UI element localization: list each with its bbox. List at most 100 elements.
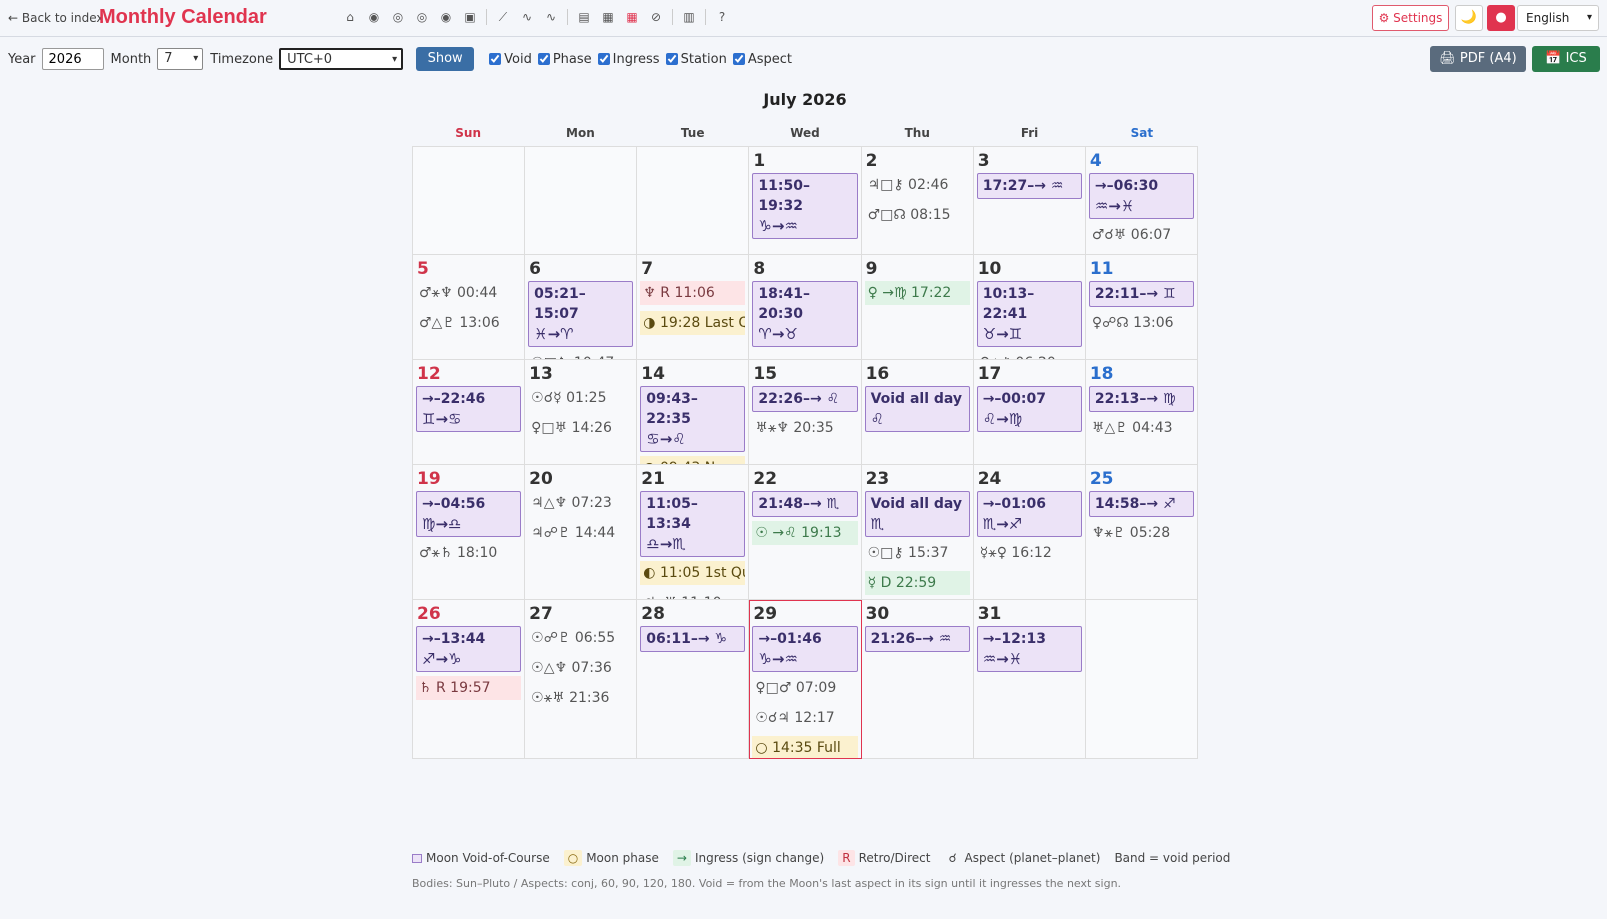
- timezone-select[interactable]: UTC+0 ▾: [279, 48, 404, 70]
- wave-alt-icon[interactable]: ∿: [543, 9, 559, 25]
- filter-station-checkbox[interactable]: [665, 53, 678, 65]
- day-cell[interactable]: 6 05:21–15:07 ♓→♈ ☉□♄ 10:47: [525, 255, 638, 360]
- void-band[interactable]: →–04:56 ♍→♎: [416, 491, 522, 537]
- compass-icon[interactable]: ⊘: [648, 9, 664, 25]
- circle-icon[interactable]: ◉: [366, 9, 382, 25]
- void-band[interactable]: 21:26–→ ♒: [864, 626, 970, 652]
- day-cell[interactable]: 25 14:58–→ ♐ ♆⚹♇ 05:28: [1085, 465, 1198, 600]
- aspect-event[interactable]: ♀☍☊ 13:06: [1089, 311, 1194, 335]
- pdf-export-button[interactable]: 🖨 PDF (A4): [1430, 46, 1526, 72]
- day-cell[interactable]: 28 06:11–→ ♑: [637, 600, 750, 759]
- day-cell[interactable]: 2 ♃□⚷ 02:46 ♂□☊ 08:15: [861, 147, 974, 255]
- filter-ingress-checkbox[interactable]: [597, 53, 610, 65]
- aspect-event[interactable]: ☿⚹♀ 16:12: [977, 541, 1082, 565]
- day-cell[interactable]: 20 ♃△♆ 07:23 ♃☍♇ 14:44: [525, 465, 638, 600]
- day-cell[interactable]: 11 22:11–→ ♊ ♀☍☊ 13:06: [1085, 255, 1198, 360]
- filter-phase-checkbox[interactable]: [537, 53, 550, 65]
- home-icon[interactable]: ⌂: [342, 9, 358, 25]
- station-event[interactable]: ♄ R 19:57: [416, 676, 522, 700]
- aspect-event[interactable]: ♂□☊ 08:15: [865, 203, 970, 227]
- day-cell[interactable]: 13 ☉☌☿ 01:25 ♀□♅ 14:26: [525, 360, 638, 465]
- moon-phase-event[interactable]: ◑ 19:28 Last Quarter: [640, 311, 746, 335]
- filter-void-checkbox[interactable]: [489, 53, 502, 65]
- day-cell[interactable]: 26 →–13:44 ♐→♑ ♄ R 19:57: [413, 600, 526, 759]
- aspect-event[interactable]: ♀□♂ 07:09: [752, 676, 857, 700]
- day-cell[interactable]: 1 11:50–19:32 ♑→♒: [749, 147, 862, 255]
- disc-icon[interactable]: ◉: [438, 9, 454, 25]
- void-band[interactable]: →–06:30 ♒→♓: [1088, 173, 1194, 219]
- year-input[interactable]: [41, 48, 104, 70]
- day-cell[interactable]: 22 21:48–→ ♏ ☉ →♌ 19:13: [749, 465, 862, 600]
- void-band[interactable]: 18:41–20:30 ♈→♉: [752, 281, 858, 347]
- day-cell[interactable]: 16 Void all day ♌: [861, 360, 974, 465]
- day-cell[interactable]: 24 →–01:06 ♏→♐ ☿⚹♀ 16:12: [973, 465, 1086, 600]
- day-cell[interactable]: 31 →–12:13 ♒→♓: [973, 600, 1086, 759]
- void-band[interactable]: →–01:46 ♑→♒: [752, 626, 858, 672]
- show-button[interactable]: Show: [416, 47, 475, 71]
- aspect-event[interactable]: ♃☍♇ 14:44: [528, 521, 633, 545]
- void-band[interactable]: 06:11–→ ♑: [640, 626, 746, 652]
- day-cell[interactable]: 3 17:27–→ ♒: [973, 147, 1086, 255]
- day-cell[interactable]: 19 →–04:56 ♍→♎ ♂⚹♄ 18:10: [413, 465, 526, 600]
- back-to-index-link[interactable]: ← Back to index: [8, 11, 104, 25]
- day-cell[interactable]: 12 →–22:46 ♊→♋: [413, 360, 526, 465]
- day-cell[interactable]: 27 ☉☍♇ 06:55 ☉△♆ 07:36 ☉⚹♅ 21:36: [525, 600, 638, 759]
- aspect-event[interactable]: ♂△♇ 13:06: [416, 311, 521, 335]
- ingress-event[interactable]: ☉ →♌ 19:13: [752, 521, 858, 545]
- aspect-event[interactable]: ♅△♇ 04:43: [1089, 416, 1194, 440]
- aspect-event[interactable]: ♆⚹♇ 05:28: [1089, 521, 1194, 545]
- day-cell[interactable]: 9 ♀ →♍ 17:22: [861, 255, 974, 360]
- aspect-event[interactable]: ♃□⚷ 02:46: [865, 173, 970, 197]
- aspect-event[interactable]: ☉☌♃ 12:17: [752, 706, 857, 730]
- void-band[interactable]: 17:27–→ ♒: [976, 173, 1082, 199]
- filter-ingress[interactable]: Ingress: [597, 52, 660, 67]
- aspect-event[interactable]: ☉⚹♅ 21:36: [528, 686, 633, 710]
- day-cell[interactable]: 18 22:13–→ ♍ ♅△♇ 04:43: [1085, 360, 1198, 465]
- void-band[interactable]: 09:43–22:35 ♋→♌: [640, 386, 746, 452]
- aspect-event[interactable]: ♀△⚷ 06:20: [977, 351, 1082, 359]
- day-cell[interactable]: 17 →–00:07 ♌→♍: [973, 360, 1086, 465]
- void-band[interactable]: →–00:07 ♌→♍: [976, 386, 1082, 432]
- void-band[interactable]: 21:48–→ ♏: [752, 491, 858, 517]
- aspect-event[interactable]: ♂☌♅ 06:07: [1089, 223, 1194, 247]
- aspect-event[interactable]: ☉□♄ 10:47: [528, 351, 633, 359]
- aspect-event[interactable]: ♂⚹♄ 18:10: [416, 541, 521, 565]
- void-band[interactable]: 11:05–13:34 ♎→♏: [640, 491, 746, 557]
- day-cell[interactable]: 4 →–06:30 ♒→♓ ♂☌♅ 06:07: [1085, 147, 1198, 255]
- help-icon[interactable]: ?: [714, 9, 730, 25]
- day-cell[interactable]: 23 Void all day ♏ ☉□⚷ 15:37 ☿ D 22:59: [861, 465, 974, 600]
- moon-phase-event[interactable]: ● 09:43 New: [640, 456, 746, 464]
- station-event[interactable]: ♆ R 11:06: [640, 281, 746, 305]
- filter-aspect[interactable]: Aspect: [732, 52, 792, 67]
- image-icon[interactable]: ▤: [576, 9, 592, 25]
- calendar-red-icon[interactable]: ▦: [624, 9, 640, 25]
- void-band[interactable]: 11:50–19:32 ♑→♒: [752, 173, 858, 239]
- day-cell[interactable]: 15 22:26–→ ♌ ♅⚹♆ 20:35: [749, 360, 862, 465]
- day-cell[interactable]: 29 →–01:46 ♑→♒ ♀□♂ 07:09 ☉☌♃ 12:17 ○ 14:35 Fu…: [749, 600, 862, 759]
- clipboard-icon[interactable]: ▥: [681, 9, 697, 25]
- wave-icon[interactable]: ∿: [519, 9, 535, 25]
- aspect-event[interactable]: ☉☍♇ 06:55: [528, 626, 633, 650]
- month-select[interactable]: 7 ▾: [157, 48, 204, 70]
- day-cell[interactable]: 5 ♂⚹♆ 00:44 ♂△♇ 13:06: [413, 255, 526, 360]
- void-band[interactable]: 14:58–→ ♐: [1088, 491, 1194, 517]
- calendar-stack-icon[interactable]: ▣: [462, 9, 478, 25]
- aspect-event[interactable]: ♃⚹♅ 11:10: [640, 591, 745, 599]
- ingress-event[interactable]: ☿ D 22:59: [864, 571, 970, 595]
- day-cell[interactable]: 8 18:41–20:30 ♈→♉: [749, 255, 862, 360]
- aspect-event[interactable]: ♀□♅ 14:26: [528, 416, 633, 440]
- void-band[interactable]: 22:26–→ ♌: [752, 386, 858, 412]
- void-band[interactable]: Void all day ♌: [864, 386, 970, 432]
- calendar-icon[interactable]: ▦: [600, 9, 616, 25]
- void-band[interactable]: 05:21–15:07 ♓→♈: [528, 281, 634, 347]
- filter-phase[interactable]: Phase: [537, 52, 592, 67]
- aspect-event[interactable]: ♅⚹♆ 20:35: [752, 416, 857, 440]
- red-theme-button[interactable]: ●: [1487, 5, 1515, 31]
- ics-export-button[interactable]: 📅 ICS: [1532, 46, 1600, 72]
- void-band[interactable]: 10:13–22:41 ♉→♊: [976, 281, 1082, 347]
- ingress-event[interactable]: ♀ →♍ 17:22: [864, 281, 970, 305]
- rings-icon[interactable]: ◎: [414, 9, 430, 25]
- void-band[interactable]: →–22:46 ♊→♋: [416, 386, 522, 432]
- language-select[interactable]: English ▾: [1517, 5, 1599, 31]
- day-cell[interactable]: 30 21:26–→ ♒: [861, 600, 974, 759]
